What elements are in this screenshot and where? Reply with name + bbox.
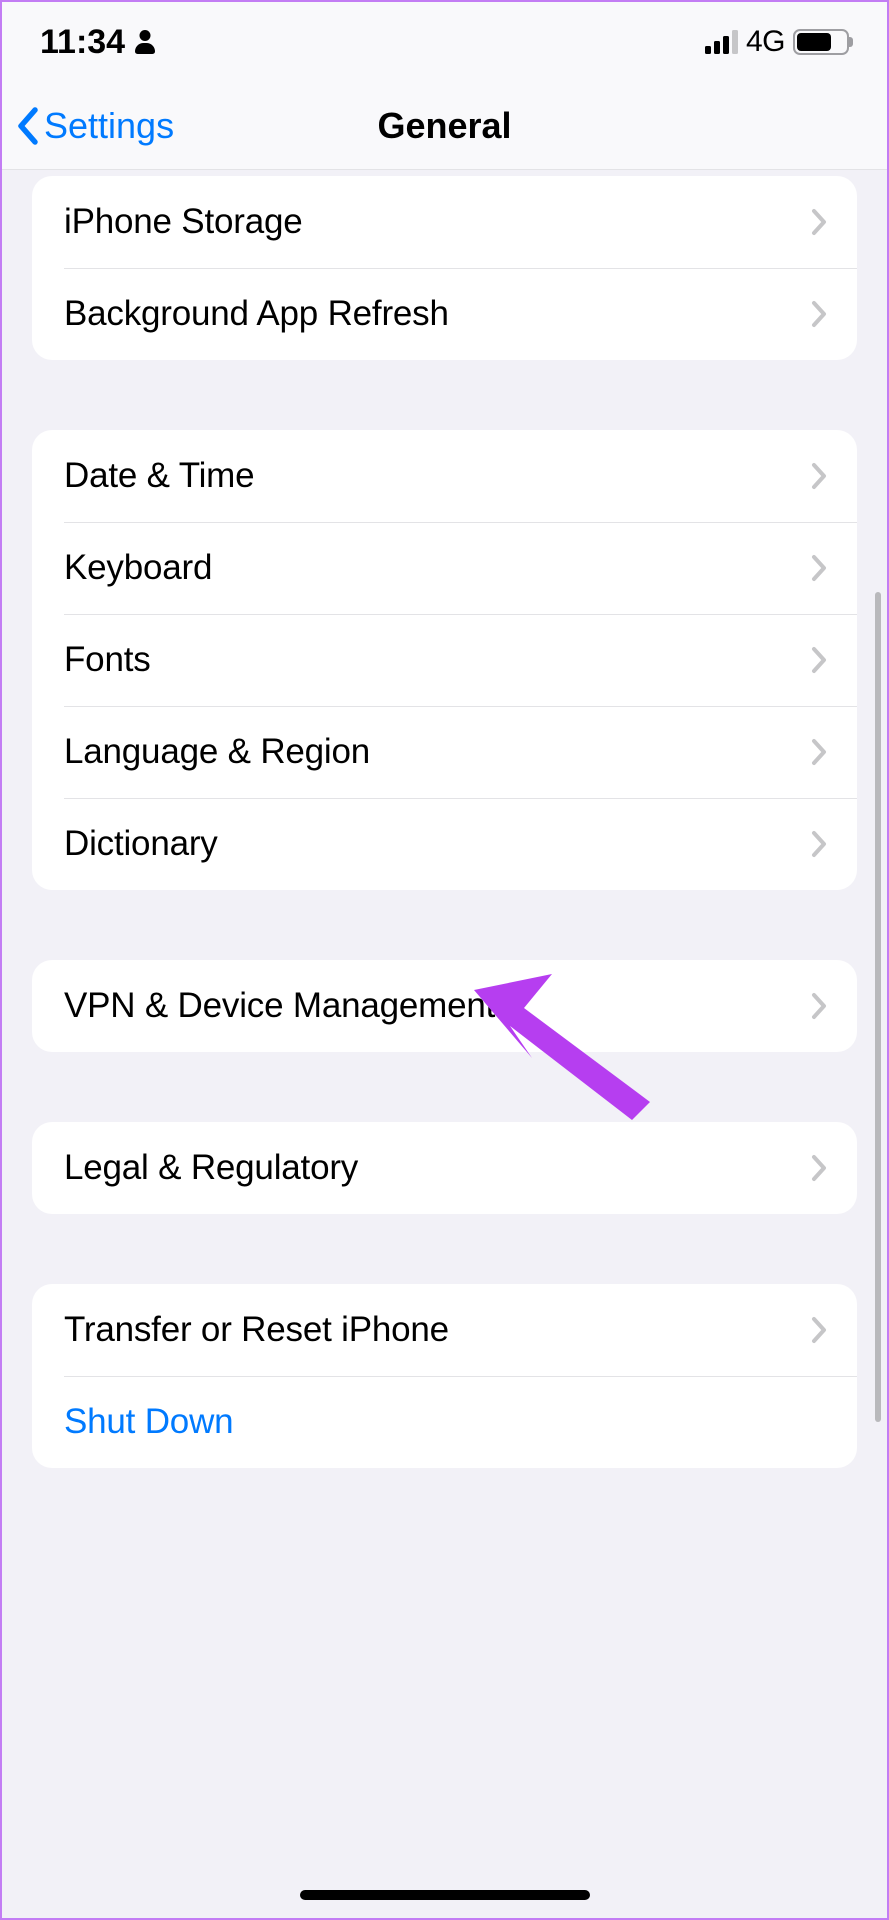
row-label: Transfer or Reset iPhone	[64, 1310, 811, 1350]
settings-row-transfer-or-reset[interactable]: Transfer or Reset iPhone	[32, 1284, 857, 1376]
row-label: VPN & Device Management	[64, 986, 811, 1026]
settings-row-iphone-storage[interactable]: iPhone Storage	[32, 176, 857, 268]
settings-group-vpn: VPN & Device Management	[32, 960, 857, 1052]
settings-row-fonts[interactable]: Fonts	[32, 614, 857, 706]
battery-fill	[797, 33, 831, 51]
status-left: 11:34	[40, 23, 155, 62]
person-icon	[135, 30, 155, 54]
status-time: 11:34	[40, 23, 125, 62]
back-label: Settings	[44, 105, 174, 147]
chevron-right-icon	[811, 992, 827, 1020]
row-label: Legal & Regulatory	[64, 1148, 811, 1188]
chevron-right-icon	[811, 830, 827, 858]
row-label: Date & Time	[64, 456, 811, 496]
settings-content: iPhone Storage Background App Refresh Date…	[2, 170, 887, 1918]
status-bar: 11:34 4G	[2, 2, 887, 82]
chevron-right-icon	[811, 1316, 827, 1344]
settings-group-reset: Transfer or Reset iPhone Shut Down	[32, 1284, 857, 1468]
chevron-right-icon	[811, 738, 827, 766]
status-right: 4G	[705, 25, 849, 59]
chevron-right-icon	[811, 462, 827, 490]
settings-row-language-region[interactable]: Language & Region	[32, 706, 857, 798]
settings-row-dictionary[interactable]: Dictionary	[32, 798, 857, 890]
nav-header: Settings General	[2, 82, 887, 170]
cellular-signal-icon	[705, 30, 738, 54]
network-label: 4G	[746, 25, 785, 59]
settings-row-background-app-refresh[interactable]: Background App Refresh	[32, 268, 857, 360]
battery-icon	[793, 29, 849, 55]
page-title: General	[377, 105, 511, 147]
chevron-right-icon	[811, 646, 827, 674]
settings-row-legal-regulatory[interactable]: Legal & Regulatory	[32, 1122, 857, 1214]
row-label: Background App Refresh	[64, 294, 811, 334]
device-frame: 11:34 4G Settings General iPhone Sto	[0, 0, 889, 1920]
settings-group-legal: Legal & Regulatory	[32, 1122, 857, 1214]
settings-group-system: Date & Time Keyboard Fonts Language & Regio…	[32, 430, 857, 890]
row-label: Keyboard	[64, 548, 811, 588]
settings-row-keyboard[interactable]: Keyboard	[32, 522, 857, 614]
chevron-right-icon	[811, 1154, 827, 1182]
settings-row-shut-down[interactable]: Shut Down	[32, 1376, 857, 1468]
row-label: Shut Down	[64, 1402, 827, 1442]
chevron-right-icon	[811, 554, 827, 582]
chevron-right-icon	[811, 208, 827, 236]
settings-row-date-time[interactable]: Date & Time	[32, 430, 857, 522]
settings-row-vpn-device-management[interactable]: VPN & Device Management	[32, 960, 857, 1052]
back-chevron-icon	[16, 107, 38, 145]
row-label: Fonts	[64, 640, 811, 680]
home-indicator[interactable]	[300, 1890, 590, 1900]
chevron-right-icon	[811, 300, 827, 328]
settings-group-storage: iPhone Storage Background App Refresh	[32, 176, 857, 360]
row-label: iPhone Storage	[64, 202, 811, 242]
row-label: Dictionary	[64, 824, 811, 864]
row-label: Language & Region	[64, 732, 811, 772]
back-button[interactable]: Settings	[16, 105, 174, 147]
scroll-indicator[interactable]	[875, 592, 881, 1422]
